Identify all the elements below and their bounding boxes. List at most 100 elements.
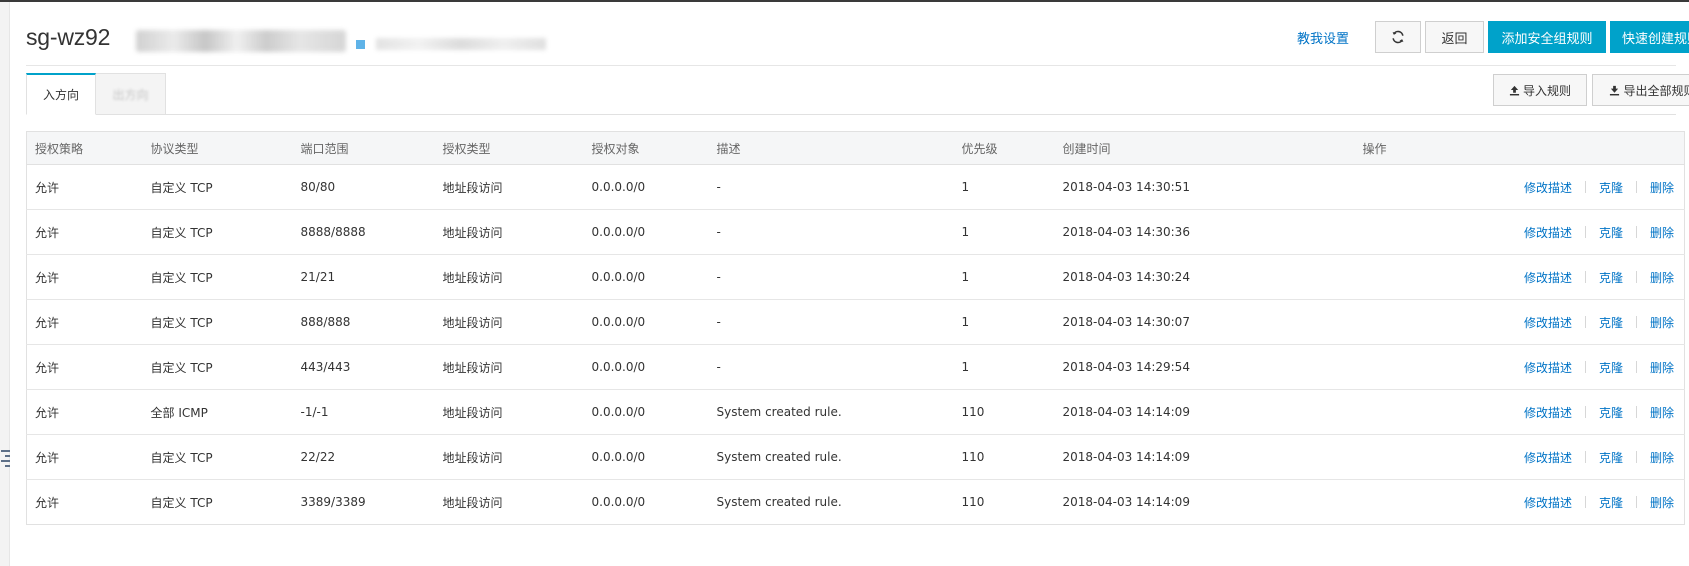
clone-link[interactable]: 克隆 [1599,404,1623,421]
cell-protocol: 全部 ICMP [150,389,301,435]
cell-policy: 允许 [35,495,60,510]
cell-auth-type: 地址段访问 [442,495,503,510]
cell-policy: 允许 [26,254,151,300]
delete-link[interactable]: 删除 [1650,224,1674,241]
delete-link[interactable]: 删除 [1650,494,1674,511]
cell-policy: 允许 [26,344,151,390]
tab-inbound-label: 入方向 [42,88,79,102]
cell-priority: 110 [961,389,1063,435]
direction-tabs: 入方向 出方向 导入规则 导出全部规则 [26,73,1689,115]
vpc-icon [356,40,365,49]
table-header-row: 授权策略 协议类型 端口范围 授权类型 授权对象 描述 优先级 创建时间 操作 [26,131,1685,165]
cell-port-range: 8888/8888 [300,209,443,255]
cell-created-time: 2018-04-03 14:30:51 [1062,164,1363,210]
cell-priority: 110 [961,495,985,509]
tab-outbound-label: 出方向 [112,87,149,102]
cell-priority: 1 [961,164,1063,210]
cell-created-time: 2018-04-03 14:30:24 [1062,254,1363,300]
cell-auth-type: 地址段访问 [442,209,592,255]
col-description: 描述 [716,131,962,165]
cell-protocol: 自定义 TCP [150,344,301,390]
edit-description-link[interactable]: 修改描述 [1524,314,1572,331]
cell-policy: 允许 [26,299,151,345]
edit-description-link[interactable]: 修改描述 [1524,494,1572,511]
col-auth-object: 授权对象 [591,131,717,165]
cell-actions: 修改描述 克隆 删除 [1362,344,1685,390]
cell-actions: 修改描述 克隆 删除 [1362,164,1685,210]
col-policy: 授权策略 [26,131,151,165]
cell-description: - [716,209,962,255]
table-row: 允许 全部 ICMP -1/-1 地址段访问 0.0.0.0/0 System … [26,389,1685,435]
table-row: 允许 自定义 TCP 3389/3389 地址段访问 0.0.0.0/0 Sys… [27,480,1685,525]
delete-link[interactable]: 删除 [1650,404,1674,421]
cell-policy: 允许 [26,164,151,210]
edit-description-link[interactable]: 修改描述 [1524,179,1572,196]
tab-outbound[interactable]: 出方向 [96,73,166,115]
edit-description-link[interactable]: 修改描述 [1524,359,1572,376]
cell-created-time: 2018-04-03 14:14:09 [1062,434,1363,480]
cell-actions: 修改描述 克隆 删除 [1362,299,1685,345]
cell-protocol: 自定义 TCP [150,495,213,510]
edit-description-link[interactable]: 修改描述 [1524,224,1572,241]
cell-policy: 允许 [26,434,151,480]
cell-port-range: 888/888 [300,299,443,345]
import-rules-button[interactable]: 导入规则 [1493,74,1587,106]
clone-link[interactable]: 克隆 [1599,224,1623,241]
clone-link[interactable]: 克隆 [1599,179,1623,196]
clone-link[interactable]: 克隆 [1599,269,1623,286]
col-auth-type: 授权类型 [442,131,592,165]
cell-protocol: 自定义 TCP [150,434,301,480]
tab-inbound[interactable]: 入方向 [26,73,96,115]
page-header: sg-wz92 教我设置 返回 添加安全组规则 快速创建规则 [26,14,1689,66]
menu-toggle-icon[interactable] [1,450,10,470]
edit-description-link[interactable]: 修改描述 [1524,404,1572,421]
quick-create-rule-button[interactable]: 快速创建规则 [1610,21,1689,53]
upload-icon [1509,85,1520,95]
cell-protocol: 自定义 TCP [150,299,301,345]
clone-link[interactable]: 克隆 [1599,359,1623,376]
cell-actions: 修改描述 克隆 删除 [1362,254,1685,300]
edit-description-link[interactable]: 修改描述 [1524,449,1572,466]
cell-port-range: 3389/3389 [300,495,366,509]
cell-priority: 1 [961,344,1063,390]
delete-link[interactable]: 删除 [1650,449,1674,466]
cell-auth-object: 0.0.0.0/0 [591,344,717,390]
cell-auth-object: 0.0.0.0/0 [591,254,717,300]
cell-created-time: 2018-04-03 14:14:09 [1062,389,1363,435]
redacted-name [136,30,346,52]
clone-link[interactable]: 克隆 [1599,314,1623,331]
cell-auth-type: 地址段访问 [442,344,592,390]
col-created-time: 创建时间 [1062,131,1363,165]
help-link[interactable]: 教我设置 [1297,28,1349,47]
add-rule-button[interactable]: 添加安全组规则 [1488,21,1606,53]
delete-link[interactable]: 删除 [1650,314,1674,331]
cell-priority: 1 [961,254,1063,300]
col-port-range: 端口范围 [300,131,443,165]
cell-port-range: 80/80 [300,164,443,210]
col-priority: 优先级 [961,131,1063,165]
refresh-icon [1392,30,1404,44]
edit-description-link[interactable]: 修改描述 [1524,269,1572,286]
cell-description: - [716,254,962,300]
cell-created-time: 2018-04-03 14:30:07 [1062,299,1363,345]
rules-table: 授权策略 协议类型 端口范围 授权类型 授权对象 描述 优先级 创建时间 操作 … [26,131,1685,525]
sidebar-collapsed [0,2,10,566]
cell-created-time: 2018-04-03 14:14:09 [1062,495,1190,509]
delete-link[interactable]: 删除 [1650,269,1674,286]
clone-link[interactable]: 克隆 [1599,449,1623,466]
cell-auth-type: 地址段访问 [442,164,592,210]
cell-port-range: 22/22 [300,434,443,480]
cell-priority: 1 [961,209,1063,255]
delete-link[interactable]: 删除 [1650,179,1674,196]
export-rules-button[interactable]: 导出全部规则 [1592,74,1689,106]
back-button[interactable]: 返回 [1425,21,1484,53]
cell-auth-type: 地址段访问 [442,434,592,480]
refresh-button[interactable] [1375,21,1421,53]
table-row: 允许 自定义 TCP 8888/8888 地址段访问 0.0.0.0/0 - 1… [26,209,1685,255]
cell-auth-object: 0.0.0.0/0 [591,209,717,255]
cell-auth-object: 0.0.0.0/0 [591,495,646,509]
delete-link[interactable]: 删除 [1650,359,1674,376]
cell-auth-object: 0.0.0.0/0 [591,389,717,435]
clone-link[interactable]: 克隆 [1599,494,1623,511]
cell-policy: 允许 [26,389,151,435]
